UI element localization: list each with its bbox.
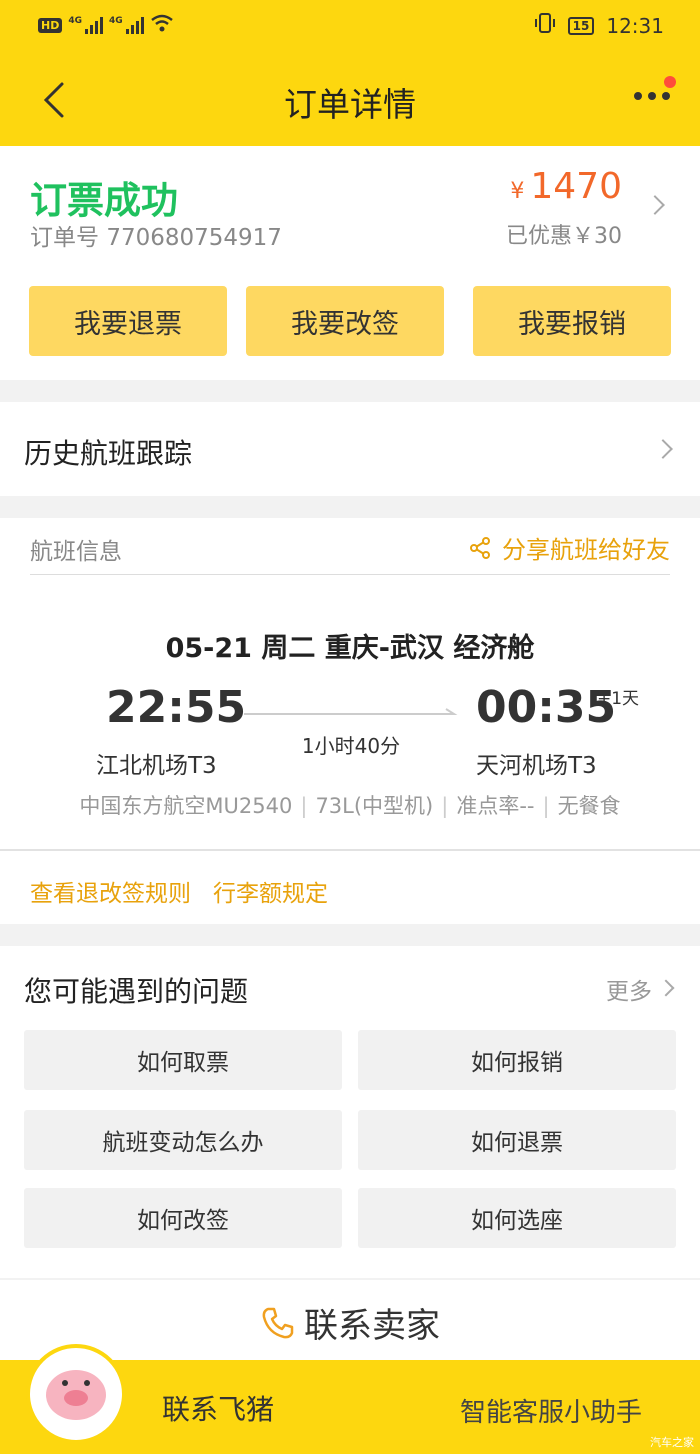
rules-links: 查看退改签规则 行李额规定 (30, 874, 328, 908)
bottom-bar: 联系飞猪 智能客服小助手 汽车之家 (0, 1344, 700, 1454)
chevron-right-icon (653, 439, 673, 459)
faq-item[interactable]: 如何改签 (24, 1188, 342, 1248)
history-flight-row[interactable]: 历史航班跟踪 (0, 402, 700, 496)
discount-label: 已优惠￥30 (506, 224, 622, 249)
price-value: 1470 (530, 166, 622, 207)
currency-symbol: ¥ (510, 179, 525, 204)
hd-badge: HD (38, 17, 63, 33)
order-price[interactable]: ¥1470 (510, 166, 622, 207)
contact-seller-label: 联系卖家 (304, 1306, 440, 1346)
chevron-right-icon[interactable] (657, 979, 675, 997)
order-summary-card: 订票成功 订单号 770680754917 ¥1470 已优惠￥30 我要退票 … (0, 146, 700, 380)
faq-title: 您可能遇到的问题 (24, 975, 249, 1008)
on-time-rate: 准点率-- (456, 794, 535, 818)
phone-icon (262, 1307, 294, 1338)
order-number: 订单号 770680754917 (30, 218, 282, 252)
status-bar: HD 4G 4G 15 12:31 (0, 0, 700, 52)
flight-section-title: 航班信息 (30, 539, 122, 565)
share-flight-label: 分享航班给好友 (502, 536, 670, 564)
change-ticket-button[interactable]: 我要改签 (246, 286, 444, 356)
battery-icon: 15 (567, 16, 595, 35)
baggage-rules-link[interactable]: 行李额规定 (213, 874, 328, 908)
arrival-airport: 天河机场T3 (476, 753, 597, 779)
departure-time: 22:55 (106, 682, 247, 733)
flight-info-card: 航班信息 分享航班给好友 05-21 周二 重庆-武汉 经济舱 22:55 1小… (0, 518, 700, 924)
faq-item[interactable]: 如何报销 (358, 1030, 676, 1090)
contact-seller-row[interactable]: 联系卖家 (0, 1280, 700, 1360)
status-bar-left: HD 4G 4G (38, 14, 174, 36)
signal-icon: 4G (68, 16, 103, 34)
signal-icon: 4G (109, 16, 144, 34)
faq-more-link[interactable]: 更多 (606, 972, 652, 1006)
reimburse-button[interactable]: 我要报销 (473, 286, 671, 356)
faq-item[interactable]: 如何选座 (358, 1188, 676, 1248)
divider (0, 849, 700, 851)
wifi-icon (150, 14, 174, 36)
share-icon (470, 536, 490, 559)
departure-airport: 江北机场T3 (96, 753, 217, 779)
watermark: 汽车之家 (650, 1436, 694, 1449)
assistant-avatar[interactable] (26, 1344, 126, 1444)
order-status: 订票成功 (30, 179, 178, 222)
faq-item[interactable]: 如何退票 (358, 1110, 676, 1170)
flight-arrow-icon (244, 708, 458, 715)
arrival-time: 00:35 (476, 682, 617, 733)
plus-day-badge: +1天 (597, 689, 640, 709)
vibrate-icon (534, 12, 556, 39)
refund-change-rules-link[interactable]: 查看退改签规则 (30, 874, 191, 908)
order-number-value: 770680754917 (106, 225, 282, 251)
contact-seller-button[interactable]: 联系卖家 (0, 1298, 700, 1347)
refund-button[interactable]: 我要退票 (29, 286, 227, 356)
chevron-right-icon[interactable] (645, 195, 665, 215)
meal-info: 无餐食 (557, 794, 621, 818)
clock: 12:31 (606, 13, 664, 38)
page-title: 订单详情 (284, 85, 416, 124)
faq-card: 您可能遇到的问题 更多 如何取票 如何报销 航班变动怎么办 如何退票 如何改签 … (0, 946, 700, 1278)
aircraft-type: 73L(中型机) (315, 794, 434, 818)
status-bar-right: 15 12:31 (534, 12, 664, 39)
faq-item[interactable]: 如何取票 (24, 1030, 342, 1090)
order-number-label: 订单号 (30, 225, 99, 251)
more-menu-icon[interactable] (634, 92, 670, 100)
flight-meta: 中国东方航空MU2540 | 73L(中型机) | 准点率-- | 无餐食 (79, 794, 621, 818)
contact-fliggy-button[interactable]: 联系飞猪 (162, 1388, 274, 1428)
faq-item[interactable]: 航班变动怎么办 (24, 1110, 342, 1170)
notification-dot (664, 76, 676, 88)
airline-flight-number: 中国东方航空MU2540 (79, 794, 293, 818)
pig-mascot-icon (46, 1370, 106, 1420)
nav-bar: 订单详情 (0, 52, 700, 146)
share-flight-button[interactable]: 分享航班给好友 (468, 530, 670, 565)
flight-header: 05-21 周二 重庆-武汉 经济舱 (165, 633, 535, 664)
history-flight-label: 历史航班跟踪 (24, 437, 193, 470)
flight-duration: 1小时40分 (301, 734, 401, 758)
smart-assistant-button[interactable]: 智能客服小助手 (460, 1392, 642, 1429)
divider (30, 574, 670, 575)
